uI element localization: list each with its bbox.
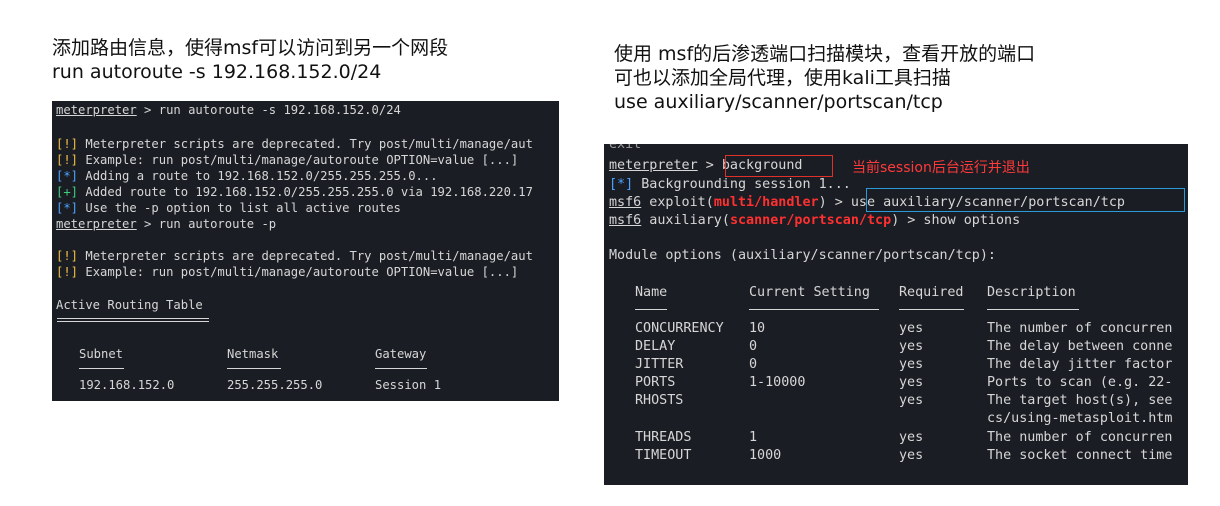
terminal-line: meterpreter > run autoroute -p: [56, 217, 277, 231]
terminal-line: [!] Meterpreter scripts are deprecated. …: [56, 137, 533, 151]
options-table: Name Current Setting Required Descriptio…: [604, 285, 1188, 474]
option-description: The number of concurren: [987, 430, 1173, 445]
terminal-line: [!] Example: run post/multi/manage/autor…: [56, 265, 519, 279]
left-caption-line1: 添加路由信息，使得msf可以访问到另一个网段: [52, 37, 449, 59]
highlight-box-blue: [866, 188, 1185, 212]
header-current-setting: Current Setting: [749, 285, 870, 300]
header-required: Required: [899, 285, 964, 300]
option-required: yes: [899, 430, 924, 445]
option-name: JITTER: [635, 357, 684, 372]
option-description: Ports to scan (e.g. 22-: [987, 375, 1173, 390]
option-current-setting: 1-10000: [749, 375, 806, 390]
header-subnet: Subnet: [79, 347, 124, 361]
right-caption-line3: use auxiliary/scanner/portscan/tcp: [614, 91, 943, 113]
divider: [635, 309, 667, 310]
option-description: The number of concurren: [987, 321, 1173, 336]
terminal-line: [+] Added route to 192.168.152.0/255.255…: [56, 185, 533, 199]
routing-table-title: Active Routing Table: [56, 298, 203, 312]
option-required: yes: [899, 321, 924, 336]
row-subnet: 192.168.152.0: [79, 378, 175, 392]
prompt: meterpreter: [56, 217, 137, 231]
prompt: meterpreter: [609, 158, 698, 173]
option-description: The target host(s), see: [987, 393, 1173, 408]
option-description: The socket connect time: [987, 448, 1173, 463]
option-current-setting: 1000: [749, 448, 782, 463]
option-name: PORTS: [635, 375, 676, 390]
terminal-line: [*] Adding a route to 192.168.152.0/255.…: [56, 169, 438, 183]
terminal-line: msf6 auxiliary(scanner/portscan/tcp) > s…: [609, 213, 1021, 228]
option-current-setting: 0: [749, 357, 758, 372]
terminal-line: exit: [609, 144, 642, 152]
terminal-line: [*] Backgrounding session 1...: [609, 177, 851, 192]
right-caption-line2: 可也以添加全局代理，使用kali工具扫描: [614, 67, 951, 89]
row-netmask: 255.255.255.0: [227, 378, 323, 392]
terminal-line: meterpreter > run autoroute -s 192.168.1…: [56, 103, 401, 117]
header-netmask: Netmask: [227, 347, 279, 361]
right-caption: 使用 msf的后渗透端口扫描模块，查看开放的端口 可也以添加全局代理，使用kal…: [614, 42, 1035, 114]
option-required: yes: [899, 339, 924, 354]
option-name: THREADS: [635, 430, 692, 445]
divider: [57, 321, 209, 322]
divider: [375, 368, 427, 369]
option-name: TIMEOUT: [635, 448, 692, 463]
option-description: cs/using-metasploit.htm: [987, 411, 1173, 426]
option-name: RHOSTS: [635, 393, 684, 408]
right-caption-line1: 使用 msf的后渗透端口扫描模块，查看开放的端口: [614, 43, 1036, 65]
option-required: yes: [899, 375, 924, 390]
option-current-setting: 1: [749, 430, 758, 445]
option-name: DELAY: [635, 339, 676, 354]
divider: [79, 368, 124, 369]
left-caption: 添加路由信息，使得msf可以访问到另一个网段 run autoroute -s …: [52, 36, 448, 84]
header-description: Description: [987, 285, 1076, 300]
header-gateway: Gateway: [375, 347, 427, 361]
divider: [749, 309, 879, 310]
module-options-title: Module options (auxiliary/scanner/portsc…: [609, 248, 996, 263]
option-current-setting: 0: [749, 339, 758, 354]
highlight-box-red: [725, 155, 833, 177]
background-annotation: 当前session后台运行并退出: [852, 160, 1030, 176]
option-name: CONCURRENCY: [635, 321, 724, 336]
terminal-line: [!] Example: run post/multi/manage/autor…: [56, 153, 519, 167]
option-required: yes: [899, 393, 924, 408]
right-terminal[interactable]: exit meterpreter > background 当前session后…: [604, 144, 1188, 485]
left-caption-line2: run autoroute -s 192.168.152.0/24: [52, 61, 382, 83]
divider: [57, 318, 209, 319]
row-gateway: Session 1: [375, 378, 442, 392]
prompt: meterpreter: [56, 103, 137, 117]
terminal-line: [*] Use the -p option to list all active…: [56, 201, 401, 215]
header-name: Name: [635, 285, 668, 300]
divider: [987, 309, 1079, 310]
option-required: yes: [899, 448, 924, 463]
divider: [227, 368, 281, 369]
terminal-line: [!] Meterpreter scripts are deprecated. …: [56, 249, 533, 263]
divider: [899, 309, 964, 310]
left-terminal[interactable]: meterpreter > run autoroute -s 192.168.1…: [52, 101, 559, 401]
option-description: The delay between conne: [987, 339, 1173, 354]
option-required: yes: [899, 357, 924, 372]
option-current-setting: 10: [749, 321, 766, 336]
option-description: The delay jitter factor: [987, 357, 1173, 372]
